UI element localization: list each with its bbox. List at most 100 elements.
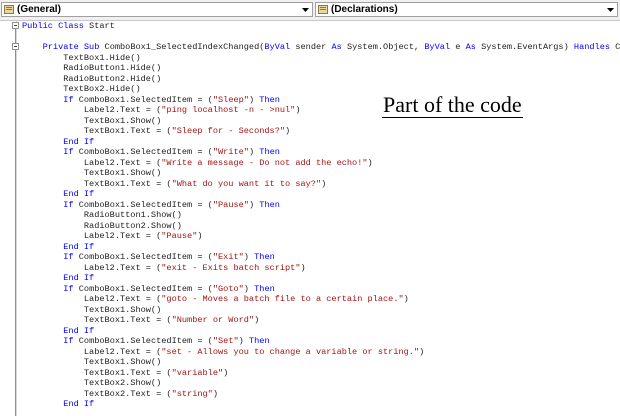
code-line[interactable]: If ComboBox1.SelectedItem = ("Pause") Th…	[22, 200, 620, 211]
fold-guide	[15, 26, 16, 416]
code-line[interactable]: TextBox1.Show()	[22, 357, 620, 368]
code-line[interactable]: TextBox1.Show()	[22, 305, 620, 316]
code-line[interactable]: RadioButton2.Show()	[22, 221, 620, 232]
keyword-token: Handles	[573, 42, 616, 52]
code-token: e	[455, 42, 466, 52]
code-token: RadioButton1.Show()	[22, 210, 182, 220]
code-line[interactable]: If ComboBox1.SelectedItem = ("Write") Th…	[22, 147, 620, 158]
code-line[interactable]: TextBox1.Hide()	[22, 53, 620, 64]
code-line[interactable]: End If	[22, 273, 620, 284]
declarations-icon	[318, 5, 328, 14]
code-token: Label2.Text = (	[22, 231, 162, 241]
code-token: ComboBox1.SelectedItem = (	[78, 94, 213, 105]
code-line[interactable]: End If	[22, 189, 620, 200]
code-token: Comb	[615, 42, 620, 52]
code-line[interactable]: If ComboBox1.SelectedItem = ("Set") Then	[22, 336, 620, 347]
procedure-dropdown[interactable]: (Declarations)	[315, 2, 618, 17]
keyword-token: End If	[63, 136, 95, 147]
keyword-token: End If	[63, 399, 95, 409]
navigation-bar: (General) (Declarations)	[0, 0, 620, 21]
code-token: ComboBox1.SelectedItem = (	[78, 147, 213, 157]
procedure-dropdown-label: (Declarations)	[331, 4, 398, 15]
keyword-token: Private Sub	[42, 42, 105, 52]
chevron-down-icon[interactable]	[300, 4, 311, 15]
code-line[interactable]: RadioButton1.Hide()	[22, 63, 620, 74]
code-token: TextBox1.Show()	[22, 357, 162, 367]
object-dropdown[interactable]: (General)	[1, 2, 313, 17]
code-token: TextBox1.Text = (	[22, 315, 172, 325]
code-token: RadioButton2.Hide()	[22, 73, 162, 84]
code-line[interactable]: RadioButton1.Show()	[22, 210, 620, 221]
keyword-token: If	[63, 147, 79, 157]
code-token: )	[285, 126, 291, 136]
code-line[interactable]: TextBox2.Text = ("string")	[22, 389, 620, 400]
code-token: TextBox1.Show()	[22, 168, 162, 178]
code-token: TextBox2.Text = (	[22, 388, 172, 399]
code-token: )	[321, 178, 327, 189]
code-line[interactable]: End If	[22, 399, 620, 410]
code-line[interactable]	[22, 32, 620, 43]
code-line[interactable]: Label2.Text = ("Pause")	[22, 231, 620, 242]
editor-margin	[16, 21, 17, 416]
code-line[interactable]: TextBox1.Text = ("Number or Word")	[22, 315, 620, 326]
keyword-token: Then	[248, 336, 270, 346]
code-token: TextBox1.Text = (	[22, 367, 172, 378]
keyword-token: Then	[254, 283, 275, 294]
collapse-class-icon[interactable]	[12, 22, 19, 29]
keyword-token: As	[331, 42, 347, 52]
string-token: "Goto"	[212, 283, 244, 294]
string-token: "Write"	[212, 147, 249, 157]
code-line[interactable]: TextBox1.Text = ("What do you want it to…	[22, 179, 620, 190]
annotation-label: Part of the code	[382, 92, 523, 118]
keyword-token: ByVal	[424, 42, 456, 52]
code-line[interactable]: Private Sub ComboBox1_SelectedIndexChang…	[22, 42, 620, 53]
code-line[interactable]: End If	[22, 137, 620, 148]
code-token: TextBox1.Show()	[22, 115, 162, 126]
string-token: "string"	[171, 388, 213, 399]
code-line[interactable]: If ComboBox1.SelectedItem = ("Goto") The…	[22, 284, 620, 295]
code-line[interactable]: TextBox1.Show()	[22, 168, 620, 179]
code-token: )	[248, 199, 260, 210]
chevron-down-icon[interactable]	[605, 4, 616, 15]
code-line[interactable]: End If	[22, 242, 620, 253]
keyword-token: If	[63, 199, 79, 210]
code-line[interactable]: Label2.Text = ("ping localhost -n - >nul…	[22, 105, 620, 116]
code-line[interactable]: Label2.Text = ("exit - Exits batch scrip…	[22, 263, 620, 274]
code-line[interactable]: TextBox2.Show()	[22, 378, 620, 389]
keyword-token: Then	[259, 199, 280, 210]
code-line[interactable]: Label2.Text = ("Write a message - Do not…	[22, 158, 620, 169]
code-token: Label2.Text = (	[22, 157, 162, 168]
keyword-token: ByVal	[264, 42, 296, 52]
code-token: )	[419, 346, 425, 357]
code-line[interactable]: Label2.Text = ("goto - Moves a batch fil…	[22, 294, 620, 305]
code-line[interactable]: Label2.Text = ("set - Allows you to chan…	[22, 347, 620, 358]
code-token: TextBox1.Hide()	[22, 52, 141, 63]
code-text[interactable]: Public Class Start Private Sub ComboBox1…	[22, 21, 620, 410]
code-line[interactable]: If ComboBox1.SelectedItem = ("Exit") The…	[22, 252, 620, 263]
string-token: "Exit"	[212, 252, 244, 262]
code-line[interactable]: TextBox1.Show()	[22, 116, 620, 127]
keyword-token: If	[63, 94, 79, 105]
string-token: "exit - Exits batch script"	[161, 262, 301, 273]
code-token: TextBox2.Show()	[22, 378, 162, 388]
code-line[interactable]: End If	[22, 326, 620, 337]
code-token: TextBox1.Text = (	[22, 178, 172, 189]
collapse-sub-icon[interactable]	[12, 43, 19, 50]
code-editor[interactable]: Public Class Start Private Sub ComboBox1…	[0, 21, 620, 416]
code-token: sender	[295, 42, 332, 52]
code-line[interactable]: TextBox2.Hide()	[22, 84, 620, 95]
code-line[interactable]: TextBox1.Text = ("Sleep for - Seconds?")	[22, 126, 620, 137]
code-line[interactable]: RadioButton2.Hide()	[22, 74, 620, 85]
string-token: "Sleep"	[212, 94, 249, 105]
string-token: "Sleep for - Seconds?"	[171, 126, 286, 136]
code-line[interactable]: If ComboBox1.SelectedItem = ("Sleep") Th…	[22, 95, 620, 106]
code-token: Label2.Text = (	[22, 294, 162, 304]
code-token: Label2.Text = (	[22, 346, 162, 357]
code-line[interactable]: TextBox1.Text = ("variable")	[22, 368, 620, 379]
code-line[interactable]: Public Class Start	[22, 21, 620, 32]
